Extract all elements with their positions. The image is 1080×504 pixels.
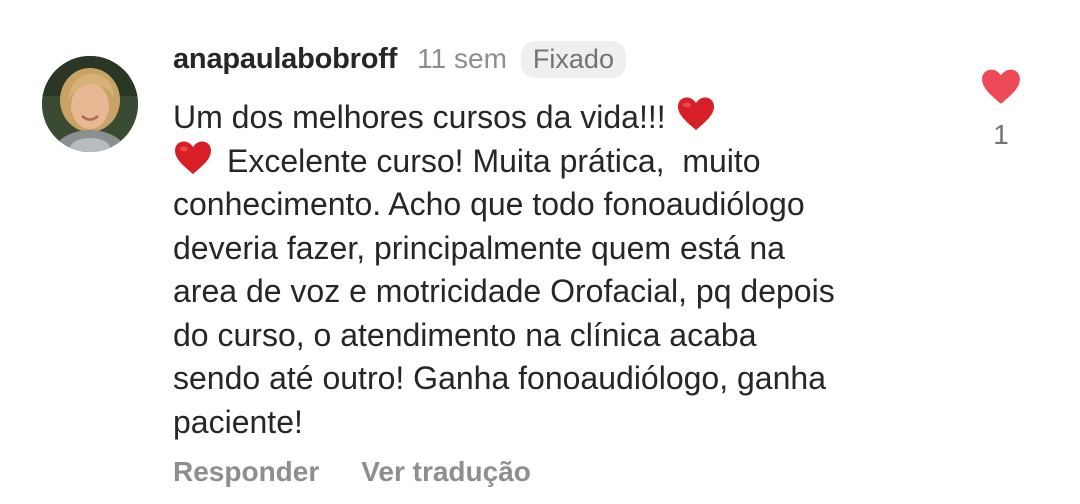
comment-line-5: area de voz e motricidade Orofacial, pq … (173, 273, 835, 309)
red-heart-icon (677, 97, 714, 130)
reply-button[interactable]: Responder (173, 456, 319, 488)
comment-line-6: do curso, o atendimento na clínica acaba (173, 316, 757, 353)
like-button[interactable]: 1 (978, 68, 1024, 151)
comment-line-3: conhecimento. Acho que todo fonoaudiólog… (173, 186, 805, 222)
comment-line-8: paciente! (173, 403, 303, 440)
comment-item: anapaulabobroff 11 sem Fixado Um dos mel… (0, 0, 1080, 504)
comment-line-2: Excelente curso! Muita prática, muito (173, 140, 953, 184)
like-count: 1 (993, 119, 1009, 150)
comment-line-4: deveria fazer, principalmente quem está … (173, 229, 785, 266)
heart-filled-icon[interactable] (980, 68, 1022, 106)
comment-actions: Responder Ver tradução (173, 456, 573, 488)
comment-line-1: Um dos melhores cursos da vida!!! (173, 96, 953, 140)
comment-text: Um dos melhores cursos da vida!!! Excele… (173, 96, 953, 444)
pinned-badge: Fixado (520, 40, 626, 78)
comment-header: anapaulabobroff 11 sem Fixado (173, 38, 626, 80)
avatar[interactable] (42, 56, 138, 152)
red-heart-icon (175, 141, 211, 174)
username[interactable]: anapaulabobroff (173, 43, 397, 76)
comment-line-7: sendo até outro! Ganha fonoaudiólogo, ga… (173, 360, 826, 396)
translate-button[interactable]: Ver tradução (361, 456, 531, 488)
avatar-image (42, 56, 138, 152)
timestamp: 11 sem (417, 43, 507, 74)
